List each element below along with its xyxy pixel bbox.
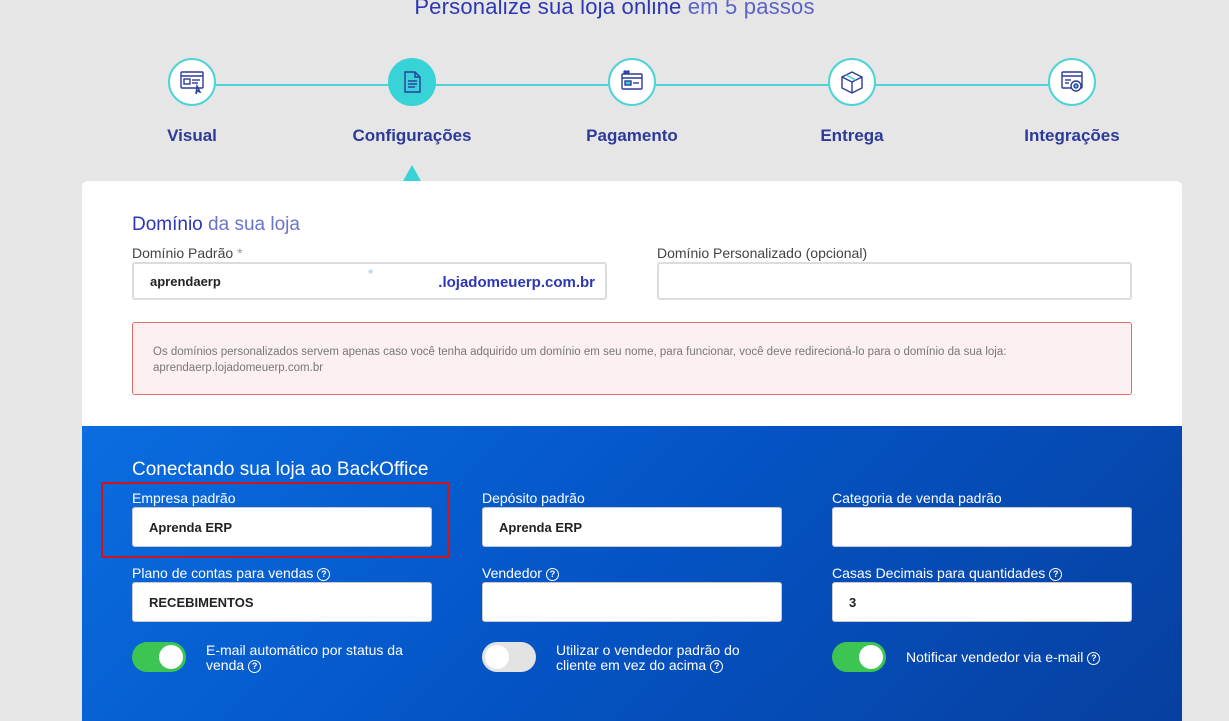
step-visual[interactable]: Visual: [112, 58, 272, 146]
toggle-knob: [159, 645, 183, 669]
default-domain-input[interactable]: aprendaerp * .lojadomeuerp.com.br: [132, 262, 607, 300]
email-auto-toggle[interactable]: [132, 642, 186, 672]
casas-decimais-input[interactable]: 3: [832, 582, 1132, 622]
vendedor-label: Vendedor?: [482, 565, 559, 581]
payment-icon: [608, 58, 656, 106]
plano-label: Plano de contas para vendas?: [132, 565, 331, 581]
step-entrega[interactable]: Entrega: [772, 58, 932, 146]
box-icon: [828, 58, 876, 106]
email-auto-label-line1: E-mail automático por status da: [206, 642, 403, 658]
step-integracoes[interactable]: Integrações: [992, 58, 1152, 146]
required-mark-faint: *: [368, 266, 374, 281]
domain-section-title: Domínio da sua loja: [132, 214, 300, 236]
domain-alert-domain: aprendaerp.lojadomeuerp.com.br: [153, 362, 324, 374]
empresa-select[interactable]: Aprenda ERP: [132, 507, 432, 547]
integration-icon: [1048, 58, 1096, 106]
step-label-visual: Visual: [167, 126, 217, 145]
categoria-label: Categoria de venda padrão: [832, 490, 1002, 506]
step-label-pagamento: Pagamento: [586, 126, 678, 145]
domain-title-main: Domínio: [132, 214, 203, 235]
deposito-label: Depósito padrão: [482, 490, 585, 506]
default-domain-label-text: Domínio Padrão: [132, 245, 234, 261]
domain-title-rest: da sua loja: [208, 214, 300, 235]
categoria-select[interactable]: [832, 507, 1132, 547]
step-pagamento[interactable]: Pagamento: [552, 58, 712, 146]
page-title-suffix: em 5 passos: [687, 0, 815, 19]
custom-domain-input[interactable]: [657, 262, 1132, 300]
help-icon[interactable]: ?: [1049, 567, 1063, 581]
step-label-entrega: Entrega: [820, 126, 884, 145]
notificar-vendedor-toggle[interactable]: [832, 642, 886, 672]
help-icon[interactable]: ?: [1087, 651, 1101, 665]
required-mark: *: [237, 245, 243, 261]
help-icon[interactable]: ?: [248, 659, 262, 673]
custom-domain-label: Domínio Personalizado (opcional): [657, 245, 868, 261]
default-domain-label: Domínio Padrão *: [132, 245, 243, 261]
step-configuracoes[interactable]: Configurações: [332, 58, 492, 146]
page-title-main: Personalize sua loja online: [414, 0, 682, 19]
vendedor-padrao-label-line2: cliente em vez do acima: [556, 657, 707, 673]
toggle-knob: [859, 645, 883, 669]
domain-suffix: .lojadomeuerp.com.br: [438, 274, 595, 291]
settings-card: Domínio da sua loja Domínio Padrão * apr…: [82, 181, 1182, 721]
visual-icon: [168, 58, 216, 106]
email-auto-label: E-mail automático por status da venda?: [206, 643, 403, 673]
domain-alert-text: Os domínios personalizados servem apenas…: [153, 346, 1007, 358]
notificar-vendedor-label: Notificar vendedor via e-mail?: [906, 649, 1101, 665]
steps-progress: Visual Configurações Pagamento Entrega I…: [0, 58, 1229, 158]
casas-label: Casas Decimais para quantidades?: [832, 565, 1063, 581]
empresa-label: Empresa padrão: [132, 490, 236, 506]
notificar-vendedor-label-text: Notificar vendedor via e-mail: [906, 649, 1084, 665]
vendedor-padrao-label-line1: Utilizar o vendedor padrão do: [556, 642, 740, 658]
vendedor-select[interactable]: [482, 582, 782, 622]
vendedor-padrao-toggle[interactable]: [482, 642, 536, 672]
domain-alert: Os domínios personalizados servem apenas…: [132, 322, 1132, 395]
vendedor-padrao-label: Utilizar o vendedor padrão do cliente em…: [556, 643, 740, 673]
active-step-pointer: [403, 165, 421, 181]
deposito-select[interactable]: Aprenda ERP: [482, 507, 782, 547]
help-icon[interactable]: ?: [545, 567, 559, 581]
step-label-integracoes: Integrações: [1024, 126, 1120, 145]
toggle-knob: [485, 645, 509, 669]
casas-label-text: Casas Decimais para quantidades: [832, 565, 1046, 581]
default-domain-value: aprendaerp: [150, 273, 221, 289]
email-auto-label-line2: venda: [206, 657, 245, 673]
backoffice-section: Conectando sua loja ao BackOffice Empres…: [82, 426, 1182, 721]
help-icon[interactable]: ?: [710, 659, 724, 673]
document-icon: [388, 58, 436, 106]
page-title: Personalize sua loja online em 5 passos: [0, 0, 1229, 20]
help-icon[interactable]: ?: [317, 567, 331, 581]
backoffice-title: Conectando sua loja ao BackOffice: [132, 459, 429, 480]
plano-label-text: Plano de contas para vendas: [132, 565, 314, 581]
step-label-configuracoes: Configurações: [352, 126, 472, 145]
vendedor-label-text: Vendedor: [482, 565, 542, 581]
plano-select[interactable]: RECEBIMENTOS: [132, 582, 432, 622]
